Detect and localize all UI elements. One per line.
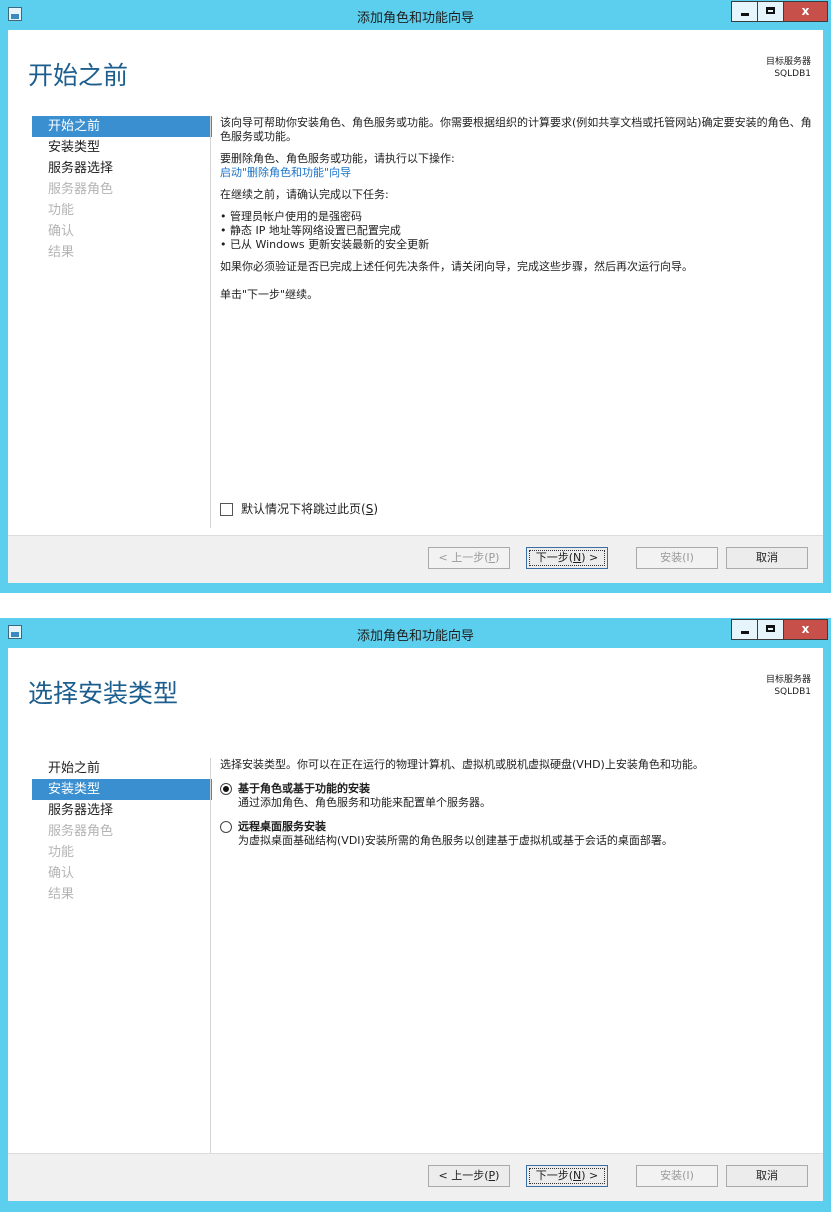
nav-divider [210,116,211,528]
wizard-window-installation-type: 添加角色和功能向导 x 选择安装类型 目标服务器 SQLDB1 开始之前 安装类… [0,618,831,1212]
nav-item-server-roles: 服务器角色 [48,824,114,839]
window-title: 添加角色和功能向导 [356,629,474,644]
nav-item-before-you-begin[interactable]: 开始之前 [32,758,212,779]
nav-item-before-you-begin[interactable]: 开始之前 [32,116,212,137]
target-server: 目标服务器 SQLDB1 [766,674,811,698]
next-label: 下一步( [535,1169,574,1182]
title-bar[interactable]: 添加角色和功能向导 x [0,0,831,30]
cancel-button[interactable]: 取消 [726,547,808,569]
wizard-body: 开始之前 目标服务器 SQLDB1 开始之前 安装类型 服务器选择 服务器角色 … [8,30,823,535]
wizard-body: 选择安装类型 目标服务器 SQLDB1 开始之前 安装类型 服务器选择 服务器角… [8,648,823,1168]
skip-page-checkbox-row[interactable]: 默认情况下将跳过此页(S) [220,500,378,517]
intro-text: 选择安装类型。你可以在正在运行的物理计算机、虚拟机或脱机虚拟硬盘(VHD)上安装… [220,758,704,771]
nav-item-results: 结果 [48,245,75,260]
nav-item-features: 功能 [48,203,75,218]
target-server-name: SQLDB1 [774,69,811,79]
title-bar[interactable]: 添加角色和功能向导 x [0,618,831,648]
next-key: N [573,1169,582,1182]
nav-item-installation-type[interactable]: 安装类型 [32,137,212,158]
target-server-label: 目标服务器 [765,57,811,67]
nav-item-server-selection[interactable]: 服务器选择 [32,158,212,179]
confirm-text: 在继续之前，请确认完成以下任务: [220,188,389,201]
remote-desktop-desc: 为虚拟桌面基础结构(VDI)安装所需的角色服务以创建基于虚拟机或基于会话的桌面部… [238,834,673,847]
next-label: 下一步( [535,551,574,564]
role-based-desc: 通过添加角色、角色服务和功能来配置单个服务器。 [238,796,491,809]
next-button[interactable]: 下一步(N) > [526,1165,608,1187]
wizard-footer: < 上一步(P) 下一步(N) > 安装(I) 取消 [8,1153,823,1201]
role-based-option[interactable]: 基于角色或基于功能的安装 通过添加角色、角色服务和功能来配置单个服务器。 [220,782,812,810]
skip-label-prefix: 默认情况下将跳过此页( [241,502,366,516]
intro-text: 该向导可帮助你安装角色、角色服务或功能。你需要根据组织的计算要求(例如共享文档或… [220,116,812,143]
previous-label: < 上一步( [438,551,489,564]
previous-label: < 上一步( [438,1169,489,1182]
nav-item-server-roles: 服务器角色 [48,182,114,197]
target-server-name: SQLDB1 [774,687,811,697]
next-suffix: ) > [581,1169,599,1182]
wizard-window-before-you-begin: 添加角色和功能向导 x 开始之前 目标服务器 SQLDB1 开始之前 安装类型 … [0,0,831,593]
minimize-button[interactable] [731,1,758,22]
skip-label-suffix: ) [373,502,378,516]
skip-page-checkbox[interactable] [220,503,233,516]
remove-section: 要删除角色、角色服务或功能，请执行以下操作: 启动"删除角色和功能"向导 [220,152,812,180]
page-content: 该向导可帮助你安装角色、角色服务或功能。你需要根据组织的计算要求(例如共享文档或… [220,116,812,310]
remote-desktop-option[interactable]: 远程桌面服务安装 为虚拟桌面基础结构(VDI)安装所需的角色服务以创建基于虚拟机… [220,820,812,848]
wizard-nav: 开始之前 安装类型 服务器选择 服务器角色 功能 确认 结果 [32,758,212,905]
nav-item-server-selection[interactable]: 服务器选择 [32,800,212,821]
list-item: 管理员帐户使用的是强密码 [220,210,812,224]
target-server-label: 目标服务器 [765,675,811,685]
cancel-button[interactable]: 取消 [726,1165,808,1187]
next-key: N [573,551,582,564]
nav-item-results: 结果 [48,887,75,902]
continue-text: 单击"下一步"继续。 [220,288,319,301]
previous-button[interactable]: < 上一步(P) [428,1165,510,1187]
previous-suffix: ) [495,1169,500,1182]
install-button: 安装(I) [636,547,718,569]
install-button: 安装(I) [636,1165,718,1187]
skip-page-label: 默认情况下将跳过此页(S) [241,502,378,516]
nav-item-confirmation: 确认 [48,224,75,239]
nav-item-features: 功能 [48,845,75,860]
wizard-footer: < 上一步(P) 下一步(N) > 安装(I) 取消 [8,535,823,583]
verify-text: 如果你必须验证是否已完成上述任何先决条件，请关闭向导，完成这些步骤，然后再次运行… [220,260,693,273]
nav-item-installation-type[interactable]: 安装类型 [32,779,212,800]
role-based-title: 基于角色或基于功能的安装 [238,782,370,795]
remote-desktop-title: 远程桌面服务安装 [238,820,326,833]
minimize-button[interactable] [731,619,758,640]
page-title: 开始之前 [28,61,129,90]
wizard-nav: 开始之前 安装类型 服务器选择 服务器角色 功能 确认 结果 [32,116,212,263]
task-list: 管理员帐户使用的是强密码 静态 IP 地址等网络设置已配置完成 已从 Windo… [220,210,812,252]
nav-divider [210,758,211,1168]
remove-wizard-link[interactable]: 启动"删除角色和功能"向导 [220,166,351,179]
list-item: 已从 Windows 更新安装最新的安全更新 [220,238,812,252]
page-content: 选择安装类型。你可以在正在运行的物理计算机、虚拟机或脱机虚拟硬盘(VHD)上安装… [220,758,812,858]
target-server: 目标服务器 SQLDB1 [766,56,811,80]
previous-suffix: ) [495,551,500,564]
maximize-button[interactable] [757,1,784,22]
list-item: 静态 IP 地址等网络设置已配置完成 [220,224,812,238]
remote-desktop-radio[interactable] [220,821,232,833]
remove-text: 要删除角色、角色服务或功能，请执行以下操作: [220,152,455,165]
window-title: 添加角色和功能向导 [356,11,474,26]
next-button[interactable]: 下一步(N) > [526,547,608,569]
close-button[interactable]: x [783,619,828,640]
nav-item-confirmation: 确认 [48,866,75,881]
maximize-button[interactable] [757,619,784,640]
previous-button: < 上一步(P) [428,547,510,569]
role-based-radio[interactable] [220,783,232,795]
page-title: 选择安装类型 [28,679,179,708]
close-button[interactable]: x [783,1,828,22]
next-suffix: ) > [581,551,599,564]
